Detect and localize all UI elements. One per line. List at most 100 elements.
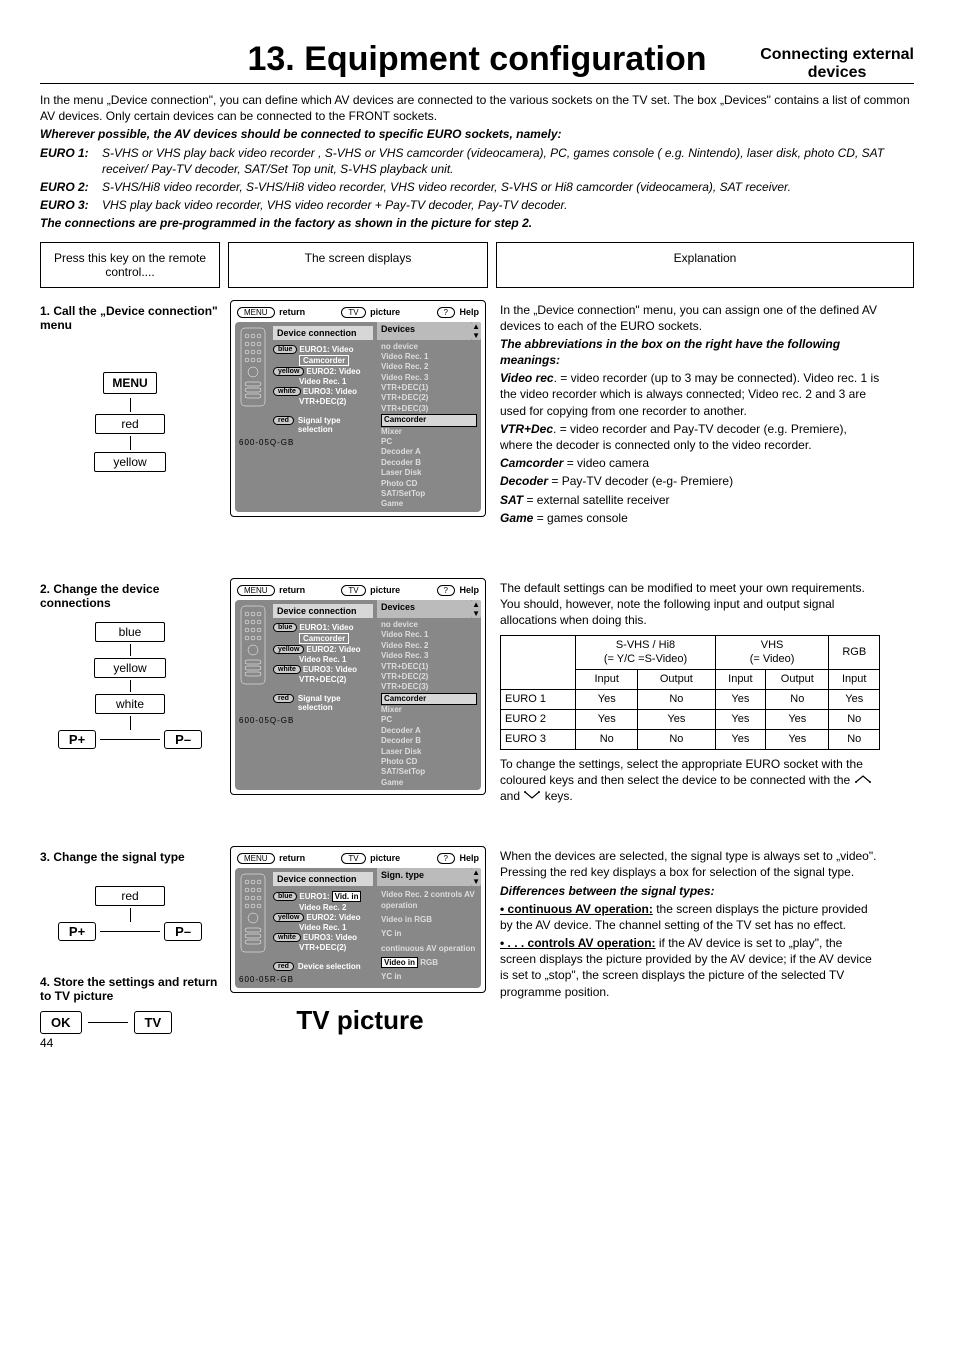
device-list-item[interactable]: Video Rec. 1 xyxy=(381,630,477,640)
osd-head-right: Devices xyxy=(377,322,471,340)
menu-tag-icon: MENU xyxy=(237,853,275,864)
device-list-item[interactable]: Video Rec. 2 xyxy=(381,362,477,372)
device-list-item[interactable]: Photo CD xyxy=(381,757,477,767)
device-list-item[interactable]: Mixer xyxy=(381,427,477,437)
device-list-item[interactable]: VTR+DEC(3) xyxy=(381,404,477,414)
device-list-item[interactable]: Video Rec. 2 xyxy=(381,641,477,651)
ok-key[interactable]: OK xyxy=(40,1011,82,1034)
osd-panel-2: MENU return TV picture ? Help xyxy=(230,578,486,795)
menu-tag-icon: MENU xyxy=(237,307,275,318)
remote-icon xyxy=(239,872,267,954)
device-list-item[interactable]: Decoder B xyxy=(381,458,477,468)
tv-tag-icon: TV xyxy=(341,585,365,596)
device-list-item[interactable]: VTR+DEC(1) xyxy=(381,662,477,672)
step1-title: 1. Call the „Device connection" menu xyxy=(40,304,220,332)
intro-p1: In the menu „Device connection", you can… xyxy=(40,92,914,124)
device-list-item[interactable]: Camcorder xyxy=(381,693,477,705)
device-list-item[interactable]: Laser Disk xyxy=(381,468,477,478)
col-header-left: Press this key on the remote control.... xyxy=(40,242,220,288)
p-plus-key-3[interactable]: P+ xyxy=(58,922,96,941)
euro2-line: EURO 2: S-VHS/Hi8 video recorder, S-VHS/… xyxy=(40,179,914,195)
p-minus-key-3[interactable]: P– xyxy=(164,922,202,941)
page-number: 44 xyxy=(40,1036,220,1050)
signal-list-item[interactable]: Video in RGB xyxy=(381,915,477,925)
tv-picture-label: TV picture xyxy=(230,1005,490,1036)
device-list-item[interactable]: Photo CD xyxy=(381,479,477,489)
osd-panel-1: MENU return TV picture ? Help xyxy=(230,300,486,517)
table-row: EURO 2YesYesYesYesNo xyxy=(501,709,880,729)
table-row: EURO 1YesNoYesNoYes xyxy=(501,690,880,710)
device-list-item[interactable]: SAT/SetTop xyxy=(381,489,477,499)
side-title: Connecting externaldevices xyxy=(760,46,914,81)
menu-key[interactable]: MENU xyxy=(103,372,156,394)
help-tag-icon: ? xyxy=(437,307,455,318)
device-list-item[interactable]: VTR+DEC(2) xyxy=(381,393,477,403)
tv-tag-icon: TV xyxy=(341,307,365,318)
device-list-item[interactable]: Decoder A xyxy=(381,447,477,457)
device-list-item[interactable]: Game xyxy=(381,499,477,509)
step4-title: 4. Store the settings and return to TV p… xyxy=(40,975,220,1003)
device-list-item[interactable]: Mixer xyxy=(381,705,477,715)
table-row: EURO 3NoNoYesYesNo xyxy=(501,729,880,749)
r3-h: Differences between the signal types: xyxy=(500,883,880,899)
device-list-item[interactable]: SAT/SetTop xyxy=(381,767,477,777)
device-list-item[interactable]: Video Rec. 3 xyxy=(381,651,477,661)
signal-table: S-VHS / Hi8(= Y/C =S-Video) VHS(= Video)… xyxy=(500,635,880,750)
device-list-item[interactable]: Video Rec. 1 xyxy=(381,352,477,362)
device-list-item[interactable]: VTR+DEC(1) xyxy=(381,383,477,393)
remote-icon xyxy=(239,604,267,686)
up-arrow-icon xyxy=(854,774,872,784)
osd-panel-3: MENU return TV picture ? Help xyxy=(230,846,486,993)
white-key[interactable]: white xyxy=(95,694,165,714)
device-list-item[interactable]: no device xyxy=(381,620,477,630)
red-key[interactable]: red xyxy=(95,414,165,434)
signal-list-item[interactable]: YC in xyxy=(381,929,477,939)
device-list-item[interactable]: Game xyxy=(381,778,477,788)
euro1-line: EURO 1: S-VHS or VHS play back video rec… xyxy=(40,145,914,177)
signal-list-item[interactable]: YC in xyxy=(381,972,477,982)
device-list-item[interactable]: Decoder A xyxy=(381,726,477,736)
remote-icon xyxy=(239,326,267,408)
signal-list-item[interactable]: Video Rec. 2 controls AV operation xyxy=(381,890,477,911)
device-list-item[interactable]: no device xyxy=(381,342,477,352)
device-list-item[interactable]: VTR+DEC(3) xyxy=(381,682,477,692)
device-list-item[interactable]: Video Rec. 3 xyxy=(381,373,477,383)
help-tag-icon: ? xyxy=(437,853,455,864)
device-list-item[interactable]: VTR+DEC(2) xyxy=(381,672,477,682)
blue-key[interactable]: blue xyxy=(95,622,165,642)
col-header-right: Explanation xyxy=(496,242,914,288)
device-list-item[interactable]: Laser Disk xyxy=(381,747,477,757)
r1-p1: In the „Device connection" menu, you can… xyxy=(500,302,880,334)
p-minus-key[interactable]: P– xyxy=(164,730,202,749)
yellow-key-2[interactable]: yellow xyxy=(94,658,165,678)
r1-p2: The abbreviations in the box on the righ… xyxy=(500,336,880,368)
scroll-arrows-icon[interactable]: ▲▼ xyxy=(471,322,481,340)
device-list-item[interactable]: PC xyxy=(381,437,477,447)
tv-tag-icon: TV xyxy=(341,853,365,864)
intro-heading: Wherever possible, the AV devices should… xyxy=(40,126,914,142)
page-title: 13. Equipment configuration xyxy=(247,40,706,79)
step2-title: 2. Change the device connections xyxy=(40,582,220,610)
r3-p1: When the devices are selected, the signa… xyxy=(500,848,880,880)
yellow-key[interactable]: yellow xyxy=(94,452,165,472)
help-tag-icon: ? xyxy=(437,585,455,596)
r2-p2: To change the settings, select the appro… xyxy=(500,756,880,805)
p-plus-key[interactable]: P+ xyxy=(58,730,96,749)
r2-p1: The default settings can be modified to … xyxy=(500,580,880,629)
col-header-mid: The screen displays xyxy=(228,242,488,288)
scroll-arrows-icon[interactable]: ▲▼ xyxy=(471,868,481,886)
signal-list-item[interactable]: Video in RGB xyxy=(381,958,477,968)
scroll-arrows-icon[interactable]: ▲▼ xyxy=(471,600,481,618)
down-arrow-icon xyxy=(523,790,541,800)
red-key-3[interactable]: red xyxy=(95,886,165,906)
osd-head-left: Device connection xyxy=(273,326,373,340)
tv-key[interactable]: TV xyxy=(134,1011,173,1034)
intro-footer: The connections are pre-programmed in th… xyxy=(40,215,914,231)
device-list-item[interactable]: Camcorder xyxy=(381,414,477,426)
euro3-line: EURO 3: VHS play back video recorder, VH… xyxy=(40,197,914,213)
signal-list-item[interactable]: continuous AV operation xyxy=(381,944,477,954)
device-list-item[interactable]: Decoder B xyxy=(381,736,477,746)
step3-title: 3. Change the signal type xyxy=(40,850,220,864)
menu-tag-icon: MENU xyxy=(237,585,275,596)
device-list-item[interactable]: PC xyxy=(381,715,477,725)
